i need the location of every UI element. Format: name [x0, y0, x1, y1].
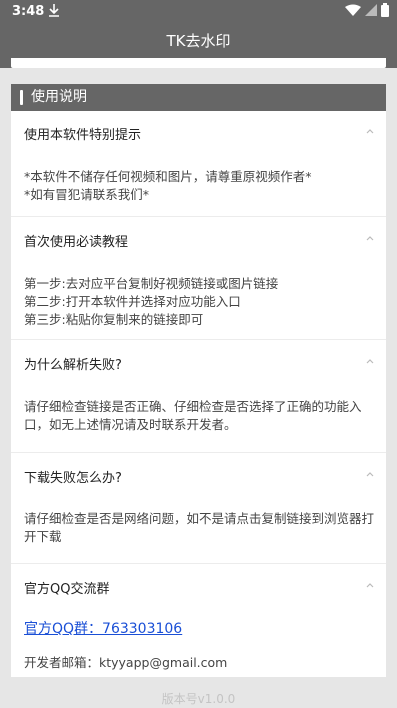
faq-body: *本软件不储存任何视频和图片，请尊重原视频作者* *如有冒犯请联系我们*	[24, 168, 376, 204]
faq-item-parse-failed: 为什么解析失败? 请仔细检查链接是否正确、仔细检查是否选择了正确的功能入口，如无…	[11, 340, 386, 453]
faq-body: 请仔细检查链接是否正确、仔细检查是否选择了正确的功能入口，如无上述情况请及时联系…	[24, 398, 376, 434]
signal-icon	[365, 3, 377, 21]
faq-body: 第一步:去对应平台复制好视频链接或图片链接 第二步:打开本软件并选择对应功能入口…	[24, 275, 376, 329]
battery-icon	[381, 3, 389, 21]
status-bar: 3:48	[0, 0, 397, 24]
chevron-up-icon[interactable]	[366, 234, 374, 242]
faq-line: 第一步:去对应平台复制好视频链接或图片链接	[24, 276, 279, 291]
faq-line: 请仔细检查是否是网络问题，如不是请点击复制链接到浏览器打开下载	[24, 511, 375, 544]
section-marker	[20, 90, 23, 105]
faq-title[interactable]: 官方QQ交流群	[24, 578, 109, 597]
section-header: 使用说明	[11, 84, 386, 111]
top-card	[11, 58, 386, 68]
wifi-icon	[345, 4, 361, 21]
faq-item-qq-group: 官方QQ交流群 官方QQ群：763303106 开发者邮箱：ktyyapp@gm…	[11, 564, 386, 677]
faq-title[interactable]: 首次使用必读教程	[24, 231, 128, 250]
chevron-up-icon[interactable]	[366, 470, 374, 478]
faq-line: 第三步:粘贴你复制来的链接即可	[24, 312, 204, 327]
faq-panel: 使用本软件特别提示 *本软件不储存任何视频和图片，请尊重原视频作者* *如有冒犯…	[11, 111, 386, 677]
version-label: 版本号v1.0.0	[161, 692, 236, 706]
chevron-up-icon[interactable]	[366, 127, 374, 135]
faq-title[interactable]: 下载失败怎么办?	[24, 467, 122, 486]
chevron-up-icon[interactable]	[366, 581, 374, 589]
download-icon	[48, 3, 60, 21]
app-title: TK去水印	[166, 32, 231, 50]
faq-item-download-failed: 下载失败怎么办? 请仔细检查是否是网络问题，如不是请点击复制链接到浏览器打开下载	[11, 453, 386, 564]
faq-title[interactable]: 使用本软件特别提示	[24, 124, 141, 143]
faq-item-tutorial: 首次使用必读教程 第一步:去对应平台复制好视频链接或图片链接 第二步:打开本软件…	[11, 217, 386, 340]
faq-title[interactable]: 为什么解析失败?	[24, 354, 122, 373]
faq-line: *如有冒犯请联系我们*	[24, 187, 150, 202]
faq-body: 请仔细检查是否是网络问题，如不是请点击复制链接到浏览器打开下载	[24, 510, 376, 546]
faq-line: 请仔细检查链接是否正确、仔细检查是否选择了正确的功能入口，如无上述情况请及时联系…	[24, 399, 362, 432]
faq-body: 官方QQ群：763303106 开发者邮箱：ktyyapp@gmail.com	[24, 620, 376, 672]
chevron-up-icon[interactable]	[366, 357, 374, 365]
qq-group-link[interactable]: 官方QQ群：763303106	[24, 621, 182, 637]
faq-line: *本软件不储存任何视频和图片，请尊重原视频作者*	[24, 169, 312, 184]
status-time: 3:48	[12, 4, 45, 19]
faq-line: 第二步:打开本软件并选择对应功能入口	[24, 294, 241, 309]
faq-item-notice: 使用本软件特别提示 *本软件不储存任何视频和图片，请尊重原视频作者* *如有冒犯…	[11, 111, 386, 217]
developer-email: 开发者邮箱：ktyyapp@gmail.com	[24, 655, 228, 670]
section-title: 使用说明	[31, 89, 87, 105]
